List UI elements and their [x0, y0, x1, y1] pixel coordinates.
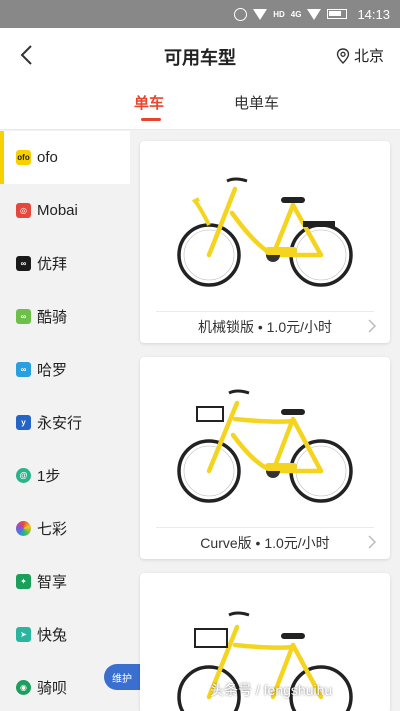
sidebar-item-label: 优拜	[37, 256, 68, 273]
city-selector[interactable]: 北京	[336, 45, 384, 66]
zhixiang-logo-icon: ✦	[16, 574, 31, 589]
brand-sidebar: ofo ofo ◎ Mobai ∞ 优拜 ∞ 酷骑 ∞ 哈罗 y 永安行 @ 1…	[0, 131, 130, 711]
alarm-icon	[234, 7, 248, 21]
active-tab-indicator	[141, 118, 161, 121]
sidebar-item-ubike[interactable]: ∞ 优拜	[0, 237, 130, 290]
city-label: 北京	[353, 48, 384, 65]
tab-bicycle[interactable]: 单车	[134, 92, 164, 113]
chevron-right-icon	[368, 319, 376, 333]
sidebar-item-zhixiang[interactable]: ✦ 智享	[0, 555, 130, 608]
watermark: 头条号 / fengshuihu	[210, 682, 333, 698]
sidebar-item-label: 酷骑	[37, 309, 68, 326]
sidebar-item-kuaitu[interactable]: ➤ 快兔	[0, 608, 130, 661]
bike-model-label: 机械锁版 • 1.0元/小时	[197, 319, 333, 335]
kuaitu-logo-icon: ➤	[16, 627, 31, 642]
yibu-logo-icon: @	[16, 468, 31, 483]
network-indicator: 4G	[290, 9, 302, 19]
clock: 14:13	[357, 6, 390, 22]
bike-image	[177, 389, 353, 503]
qibei-logo-icon: ◉	[16, 680, 31, 695]
qicai-logo-icon	[16, 521, 31, 536]
sidebar-item-label: 七彩	[37, 521, 68, 538]
sidebar-item-youon[interactable]: y 永安行	[0, 396, 130, 449]
sidebar-item-hello[interactable]: ∞ 哈罗	[0, 343, 130, 396]
vehicle-type-tabs: 单车 电单车	[0, 82, 400, 130]
sidebar-item-label: 1步	[37, 468, 61, 485]
location-pin-icon	[336, 47, 350, 64]
mobai-logo-icon: ◎	[16, 203, 31, 218]
sidebar-item-label: 永安行	[37, 415, 83, 432]
tab-ebike[interactable]: 电单车	[234, 92, 279, 113]
kuqi-logo-icon: ∞	[16, 309, 31, 324]
sidebar-item-label: 哈罗	[37, 362, 68, 379]
sidebar-item-label: 智享	[37, 574, 68, 591]
maintenance-badge[interactable]: 维护	[104, 664, 140, 690]
sidebar-item-yibu[interactable]: @ 1步	[0, 449, 130, 502]
sidebar-item-label: ofo	[37, 149, 58, 166]
sidebar-item-label: Mobai	[37, 202, 78, 219]
ofo-logo-icon: ofo	[16, 150, 31, 165]
sidebar-item-label: 骑呗	[37, 680, 68, 697]
signal-icon	[307, 8, 322, 20]
wifi-icon	[253, 8, 268, 20]
hd-indicator: HD	[273, 9, 285, 19]
sidebar-item-kuqi[interactable]: ∞ 酷骑	[0, 290, 130, 343]
youon-logo-icon: y	[16, 415, 31, 430]
bike-card-mechanical-lock[interactable]: 机械锁版 • 1.0元/小时	[140, 141, 390, 343]
bike-card-curve[interactable]: Curve版 • 1.0元/小时	[140, 357, 390, 559]
card-divider	[156, 527, 374, 528]
battery-icon	[327, 9, 348, 19]
card-divider	[156, 311, 374, 312]
sidebar-item-label: 快兔	[37, 627, 68, 644]
bike-model-label: Curve版 • 1.0元/小时	[200, 535, 330, 551]
sidebar-item-qicai[interactable]: 七彩	[0, 502, 130, 555]
hello-logo-icon: ∞	[16, 362, 31, 377]
bike-image	[177, 177, 353, 287]
ubike-logo-icon: ∞	[16, 256, 31, 271]
sidebar-item-ofo[interactable]: ofo ofo	[0, 131, 130, 184]
header: 可用车型 北京	[0, 28, 400, 82]
status-bar: HD 4G 14:13	[0, 0, 400, 28]
sidebar-item-mobai[interactable]: ◎ Mobai	[0, 184, 130, 237]
chevron-right-icon	[368, 535, 376, 549]
